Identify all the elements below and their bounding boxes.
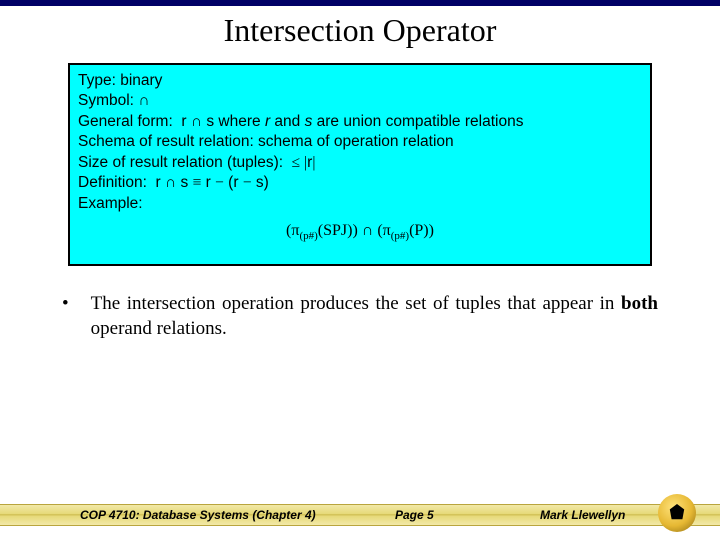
bullet-text: The intersection operation produces the … — [91, 292, 658, 341]
bullet-text-post: operand relations. — [91, 318, 227, 339]
definition-box: Type: binary Symbol: ∩ General form: r ∩… — [68, 63, 652, 266]
bullet-text-pre: The intersection operation produces the … — [91, 293, 621, 314]
example-label: Example: — [78, 194, 642, 214]
footer-course: COP 4710: Database Systems (Chapter 4) — [80, 508, 316, 522]
ucf-logo-icon — [658, 494, 696, 532]
bullet-text-bold: both — [621, 293, 658, 314]
schema-line: Schema of result relation: schema of ope… — [78, 132, 642, 152]
symbol-line: Symbol: ∩ — [78, 91, 642, 111]
footer-page: Page 5 — [395, 508, 434, 522]
page-title: Intersection Operator — [0, 12, 720, 49]
general-form-line: General form: r ∩ s where r and s are un… — [78, 112, 642, 132]
pegasus-icon — [668, 504, 686, 522]
example-expression: (π(p#)(SPJ)) ∩ (π(p#)(P)) — [78, 220, 642, 244]
bullet-item: • The intersection operation produces th… — [62, 292, 658, 341]
bullet-mark: • — [62, 292, 69, 341]
type-line: Type: binary — [78, 71, 642, 91]
size-line: Size of result relation (tuples): ≤ |r| — [78, 153, 642, 173]
definition-line: Definition: r ∩ s ≡ r − (r − s) — [78, 173, 642, 193]
footer: COP 4710: Database Systems (Chapter 4) P… — [0, 494, 720, 540]
footer-text: COP 4710: Database Systems (Chapter 4) P… — [0, 504, 720, 526]
slide: Intersection Operator Type: binary Symbo… — [0, 0, 720, 540]
footer-author: Mark Llewellyn — [540, 508, 625, 522]
